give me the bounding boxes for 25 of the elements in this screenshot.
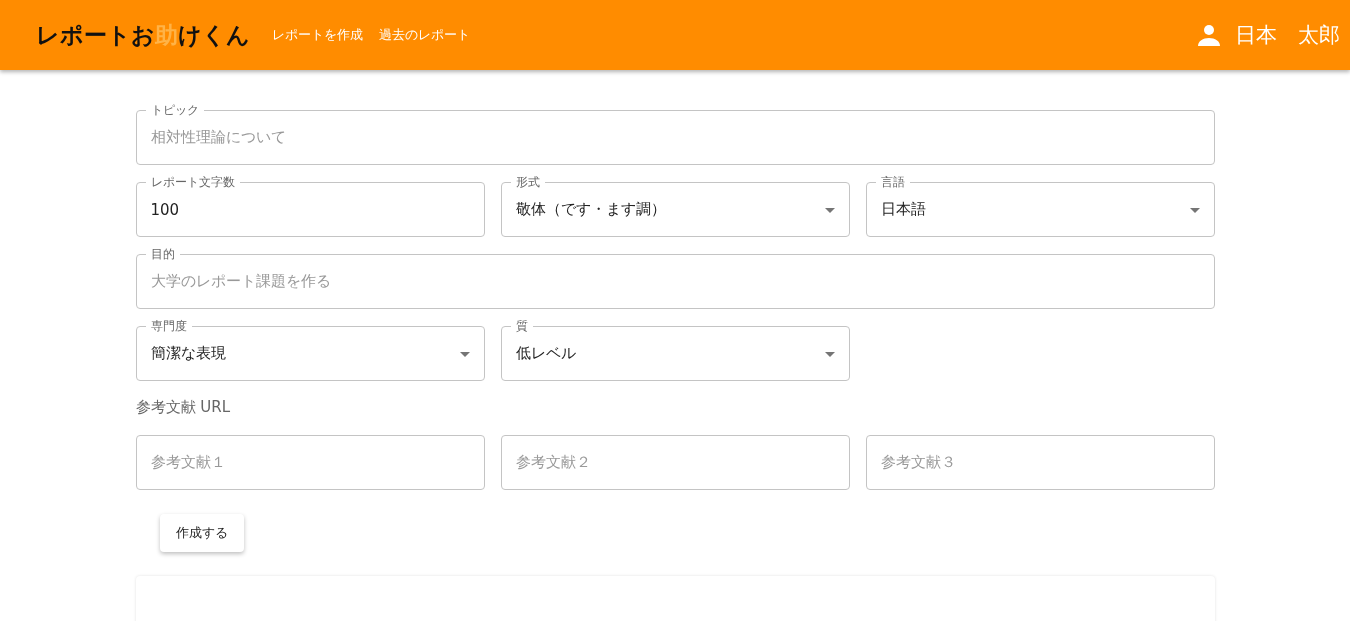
section-label: 参考文献 URL — [135, 398, 232, 417]
create-button[interactable]: 作成する — [159, 514, 244, 552]
field-placeholder: 大学のレポート課題を作る — [150, 272, 331, 291]
field-value: 100 — [150, 200, 180, 219]
field-value: 日本語 — [880, 200, 926, 219]
field-value: 簡潔な表現 — [150, 344, 226, 363]
app-logo[interactable]: レポートお助けくん — [36, 19, 250, 51]
field-label: 質 — [510, 318, 533, 334]
user-icon[interactable] — [1197, 23, 1221, 47]
field-value: 低レベル — [515, 344, 576, 363]
caret-icon — [824, 208, 835, 213]
caret-icon — [459, 352, 470, 357]
field-placeholder: 参考文献３ — [880, 453, 956, 472]
field-label: 言語 — [875, 174, 910, 190]
field-value: 敬体（です・ます調） — [515, 200, 666, 219]
field-label: 専門度 — [145, 318, 192, 334]
field-placeholder: 参考文献２ — [515, 453, 591, 472]
caret-icon — [1189, 208, 1200, 213]
field-placeholder: 相対性理論について — [150, 128, 286, 147]
caret-icon — [824, 352, 835, 357]
field-label: レポート文字数 — [145, 174, 240, 190]
field-placeholder: 参考文献１ — [150, 453, 226, 472]
field-label: トピック — [145, 102, 204, 118]
field-label: 目的 — [145, 246, 180, 262]
field-label: 形式 — [510, 174, 545, 190]
